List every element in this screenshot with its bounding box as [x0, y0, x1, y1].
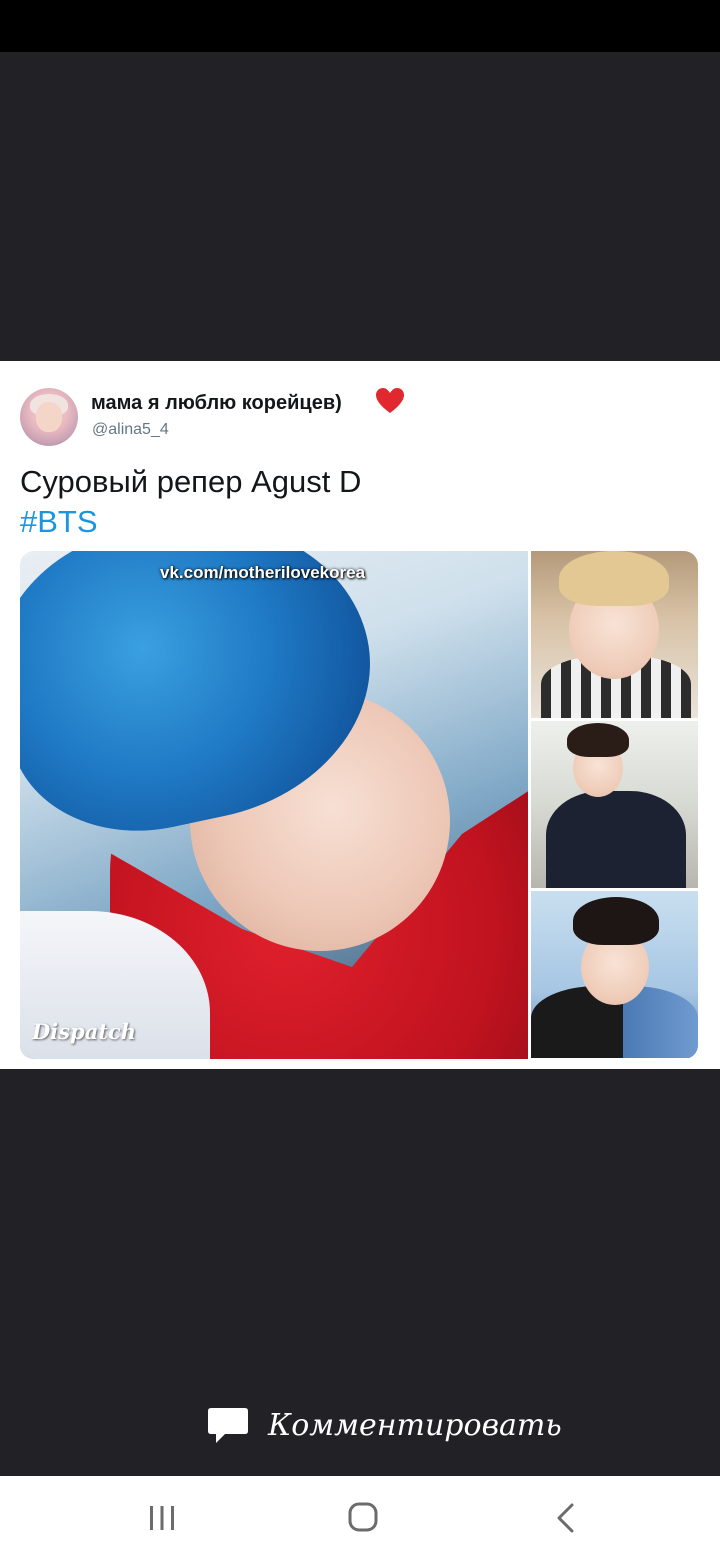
photo-hair	[567, 723, 629, 757]
home-icon[interactable]	[346, 1500, 380, 1534]
watermark-text: vk.com/motherilovekorea	[160, 563, 366, 582]
recents-icon[interactable]	[146, 1503, 178, 1533]
status-bar	[0, 0, 720, 52]
tweet-text: Суровый репер Agust D	[20, 464, 362, 499]
photo-hair	[573, 897, 659, 945]
photo-body	[546, 791, 686, 888]
dispatch-logo: Dispatch	[32, 1019, 137, 1044]
photo-thumb-2[interactable]	[531, 721, 698, 888]
main-photo[interactable]: vk.com/motherilovekorea Dispatch	[20, 551, 528, 1059]
avatar-face	[36, 402, 62, 432]
comment-button[interactable]: Комментировать	[0, 1390, 720, 1466]
media-grid: vk.com/motherilovekorea Dispatch	[20, 551, 698, 1059]
tweet-screenshot[interactable]: мама я люблю корейцев) @alina5_4 Суровый…	[0, 361, 720, 1069]
system-navigation-bar	[0, 1476, 720, 1560]
comment-label: Комментировать	[268, 1408, 562, 1443]
comment-bubble-icon	[208, 1408, 248, 1443]
photo-thumb-3[interactable]	[531, 891, 698, 1058]
user-handle: @alina5_4	[92, 421, 169, 438]
photo-hair	[559, 551, 669, 606]
avatar	[20, 388, 78, 446]
heart-icon	[376, 388, 404, 413]
hashtag-link[interactable]: #BTS	[20, 504, 98, 540]
user-name: мама я люблю корейцев)	[91, 392, 342, 414]
photo-thumb-1[interactable]	[531, 551, 698, 718]
back-icon[interactable]	[552, 1502, 580, 1534]
